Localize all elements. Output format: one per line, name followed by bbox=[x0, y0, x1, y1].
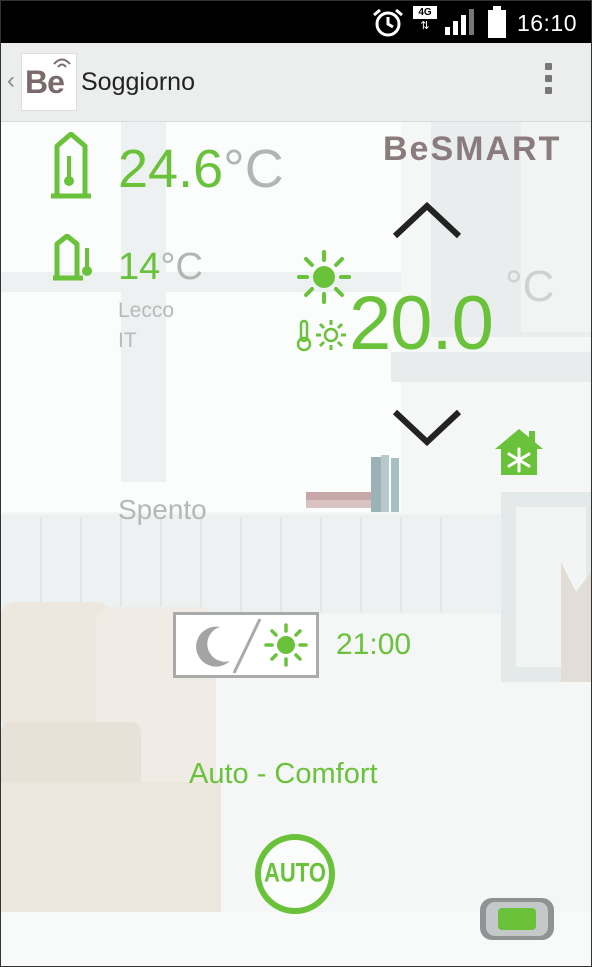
auto-mode-button[interactable]: AUTO bbox=[255, 834, 335, 914]
thermostat-device-icon[interactable] bbox=[478, 894, 556, 944]
action-bar: ‹ Be Soggiorno bbox=[1, 43, 591, 122]
outdoor-temperature-value: 14 bbox=[118, 246, 161, 288]
outdoor-city: Lecco bbox=[118, 299, 175, 322]
page-title: Soggiorno bbox=[81, 68, 195, 96]
setpoint-value: 20.0 bbox=[349, 281, 494, 366]
status-bar: 4G ⇅ 16:10 bbox=[1, 1, 591, 43]
indoor-house-thermometer-icon bbox=[51, 132, 91, 199]
sun-icon bbox=[297, 250, 351, 304]
night-day-toggle[interactable] bbox=[173, 612, 319, 678]
schedule-time: 21:00 bbox=[336, 628, 412, 661]
indoor-temperature-unit: °C bbox=[223, 139, 284, 199]
status-text: Spento bbox=[118, 494, 207, 525]
chevron-down-icon[interactable] bbox=[391, 408, 463, 448]
brand-logo: BeSMART bbox=[383, 130, 561, 169]
chevron-up-icon[interactable] bbox=[391, 200, 463, 240]
outdoor-house-thermometer-icon bbox=[53, 234, 92, 281]
outdoor-country: IT bbox=[118, 329, 137, 352]
outdoor-temperature: 14°C bbox=[118, 246, 203, 289]
app-logo[interactable]: Be bbox=[21, 53, 77, 111]
setpoint-unit: °C bbox=[505, 262, 555, 311]
indoor-temperature: 24.6°C bbox=[118, 138, 284, 200]
brand-name: BeSMART bbox=[383, 130, 562, 168]
signal-icon bbox=[445, 9, 474, 35]
auto-mode-label: AUTO bbox=[264, 857, 326, 888]
sun-icon bbox=[264, 623, 308, 667]
back-chevron-icon[interactable]: ‹ bbox=[7, 67, 15, 95]
thermometer-gear-icon bbox=[296, 319, 346, 352]
outdoor-temperature-unit: °C bbox=[160, 246, 203, 288]
moon-icon bbox=[196, 626, 230, 667]
thermostat-panel: BeSMART 24.6°C 14°C Lecco IT 20.0 °C Spe… bbox=[1, 122, 591, 966]
status-time: 16:10 bbox=[516, 10, 577, 36]
mode-label: Auto - Comfort bbox=[189, 758, 378, 790]
indoor-temperature-value: 24.6 bbox=[118, 139, 224, 199]
app-screen: 4G ⇅ 16:10 ‹ Be Soggiorno BeSMART 24.6°C… bbox=[0, 0, 592, 967]
overflow-menu-icon[interactable] bbox=[545, 63, 555, 101]
battery-icon bbox=[488, 6, 506, 38]
wifi-arc-icon bbox=[53, 58, 71, 68]
alarm-icon bbox=[373, 8, 403, 37]
house-snowflake-icon[interactable] bbox=[493, 427, 545, 477]
network-type-label: 4G bbox=[413, 6, 437, 19]
toggle-divider bbox=[232, 618, 262, 674]
network-4g-icon: 4G ⇅ bbox=[413, 6, 437, 36]
